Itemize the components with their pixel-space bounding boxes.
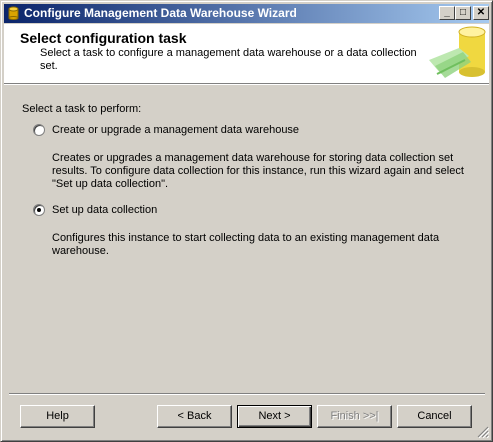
option-create-upgrade-description: Creates or upgrades a management data wa… bbox=[52, 152, 464, 190]
radio-set-up-data-collection[interactable] bbox=[33, 204, 45, 216]
task-prompt: Select a task to perform: bbox=[22, 103, 142, 115]
header-divider bbox=[4, 84, 489, 85]
window-title: Configure Management Data Warehouse Wiza… bbox=[24, 6, 297, 20]
footer-separator bbox=[9, 393, 485, 395]
page-title: Select configuration task bbox=[20, 30, 187, 46]
wizard-header: Select configuration task Select a task … bbox=[4, 24, 489, 84]
resize-grip-icon[interactable] bbox=[477, 426, 489, 438]
option-set-up-data-collection-label[interactable]: Set up data collection bbox=[52, 204, 157, 216]
data-warehouse-graphic bbox=[429, 26, 486, 78]
radio-selected-dot bbox=[37, 208, 41, 212]
cancel-button[interactable]: Cancel bbox=[397, 405, 472, 428]
database-cylinder-icon bbox=[8, 6, 19, 20]
wizard-window: Configure Management Data Warehouse Wiza… bbox=[0, 0, 493, 442]
close-button[interactable]: ✕ bbox=[473, 6, 489, 20]
option-set-up-data-collection-description: Configures this instance to start collec… bbox=[52, 232, 440, 257]
title-bar[interactable]: Configure Management Data Warehouse Wiza… bbox=[4, 4, 489, 23]
finish-button: Finish >>| bbox=[317, 405, 392, 428]
radio-create-upgrade[interactable] bbox=[33, 124, 45, 136]
maximize-button[interactable]: □ bbox=[455, 6, 471, 20]
help-button[interactable]: Help bbox=[20, 405, 95, 428]
next-button[interactable]: Next > bbox=[237, 405, 312, 428]
minimize-button[interactable]: _ bbox=[439, 6, 455, 20]
option-create-upgrade-label[interactable]: Create or upgrade a management data ware… bbox=[52, 124, 299, 136]
back-button[interactable]: < Back bbox=[157, 405, 232, 428]
page-description: Select a task to configure a management … bbox=[40, 47, 417, 72]
